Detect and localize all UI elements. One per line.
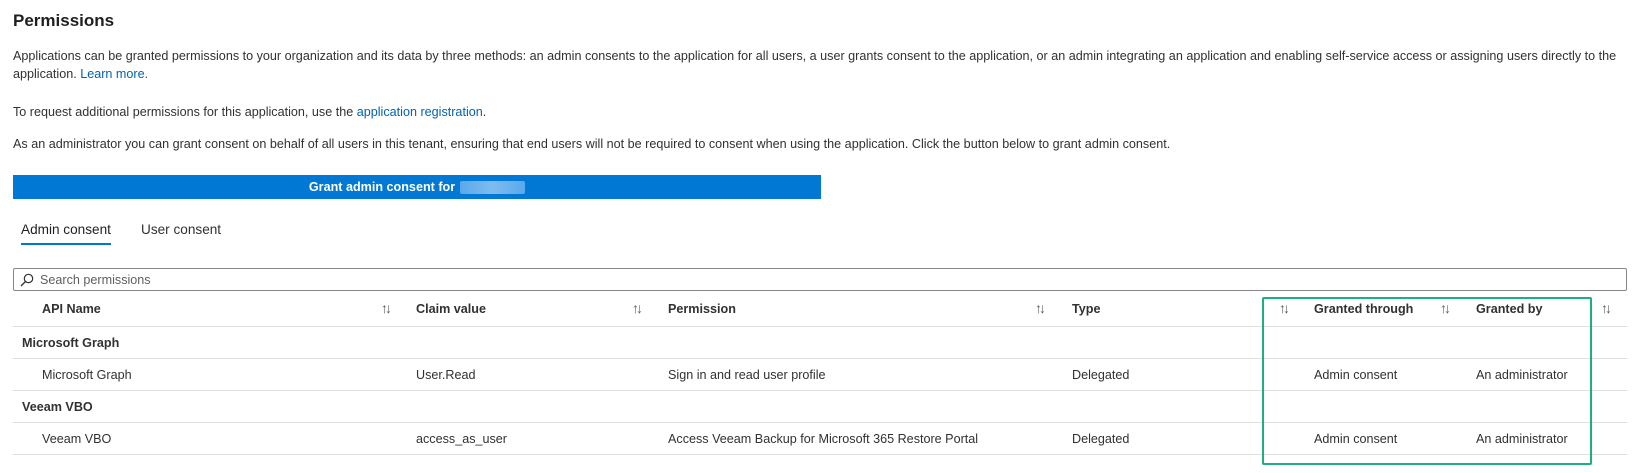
request-paragraph: To request additional permissions for th… bbox=[13, 103, 1631, 121]
grant-admin-consent-button[interactable]: Grant admin consent for bbox=[13, 175, 821, 199]
admin-note: As an administrator you can grant consen… bbox=[13, 137, 1171, 151]
group-header-veeam-vbo: Veeam VBO bbox=[22, 400, 93, 414]
tab-user-consent[interactable]: User consent bbox=[141, 222, 221, 245]
search-box bbox=[13, 268, 1627, 291]
sort-granted-by-icon[interactable]: ↑↓ bbox=[1601, 300, 1612, 316]
cell-claim-value: User.Read bbox=[416, 368, 476, 382]
highlight-box bbox=[1262, 297, 1592, 465]
search-input[interactable] bbox=[36, 269, 1626, 290]
cell-permission: Access Veeam Backup for Microsoft 365 Re… bbox=[668, 432, 979, 446]
permissions-page: Permissions Applications can be granted … bbox=[0, 0, 1635, 473]
column-header-api-name[interactable]: API Name bbox=[42, 302, 101, 316]
search-icon bbox=[20, 272, 36, 288]
intro-text: Applications can be granted permissions … bbox=[13, 49, 1617, 81]
sort-api-name-icon[interactable]: ↑↓ bbox=[381, 300, 392, 316]
group-header-microsoft-graph: Microsoft Graph bbox=[22, 336, 120, 350]
page-title: Permissions bbox=[13, 11, 115, 30]
cell-permission: Sign in and read user profile bbox=[668, 368, 826, 382]
column-header-claim-value[interactable]: Claim value bbox=[416, 302, 486, 316]
column-header-permission[interactable]: Permission bbox=[668, 302, 736, 316]
tab-admin-consent[interactable]: Admin consent bbox=[21, 222, 111, 245]
request-suffix: . bbox=[482, 105, 487, 119]
sort-claim-value-icon[interactable]: ↑↓ bbox=[632, 300, 643, 316]
sort-permission-icon[interactable]: ↑↓ bbox=[1035, 300, 1046, 316]
cell-claim-value: access_as_user bbox=[416, 432, 508, 446]
cell-api-name: Microsoft Graph bbox=[42, 368, 132, 382]
request-prefix: To request additional permissions for th… bbox=[13, 105, 354, 119]
grant-button-label: Grant admin consent for bbox=[308, 180, 456, 194]
intro-paragraph: Applications can be granted permissions … bbox=[13, 47, 1631, 83]
cell-type: Delegated bbox=[1072, 432, 1130, 446]
redacted-tenant-name bbox=[460, 180, 526, 194]
cell-api-name: Veeam VBO bbox=[42, 432, 112, 446]
cell-type: Delegated bbox=[1072, 368, 1130, 382]
column-header-type[interactable]: Type bbox=[1072, 302, 1100, 316]
learn-more-link[interactable]: Learn more. bbox=[80, 67, 148, 81]
application-registration-link[interactable]: application registration bbox=[357, 105, 483, 119]
